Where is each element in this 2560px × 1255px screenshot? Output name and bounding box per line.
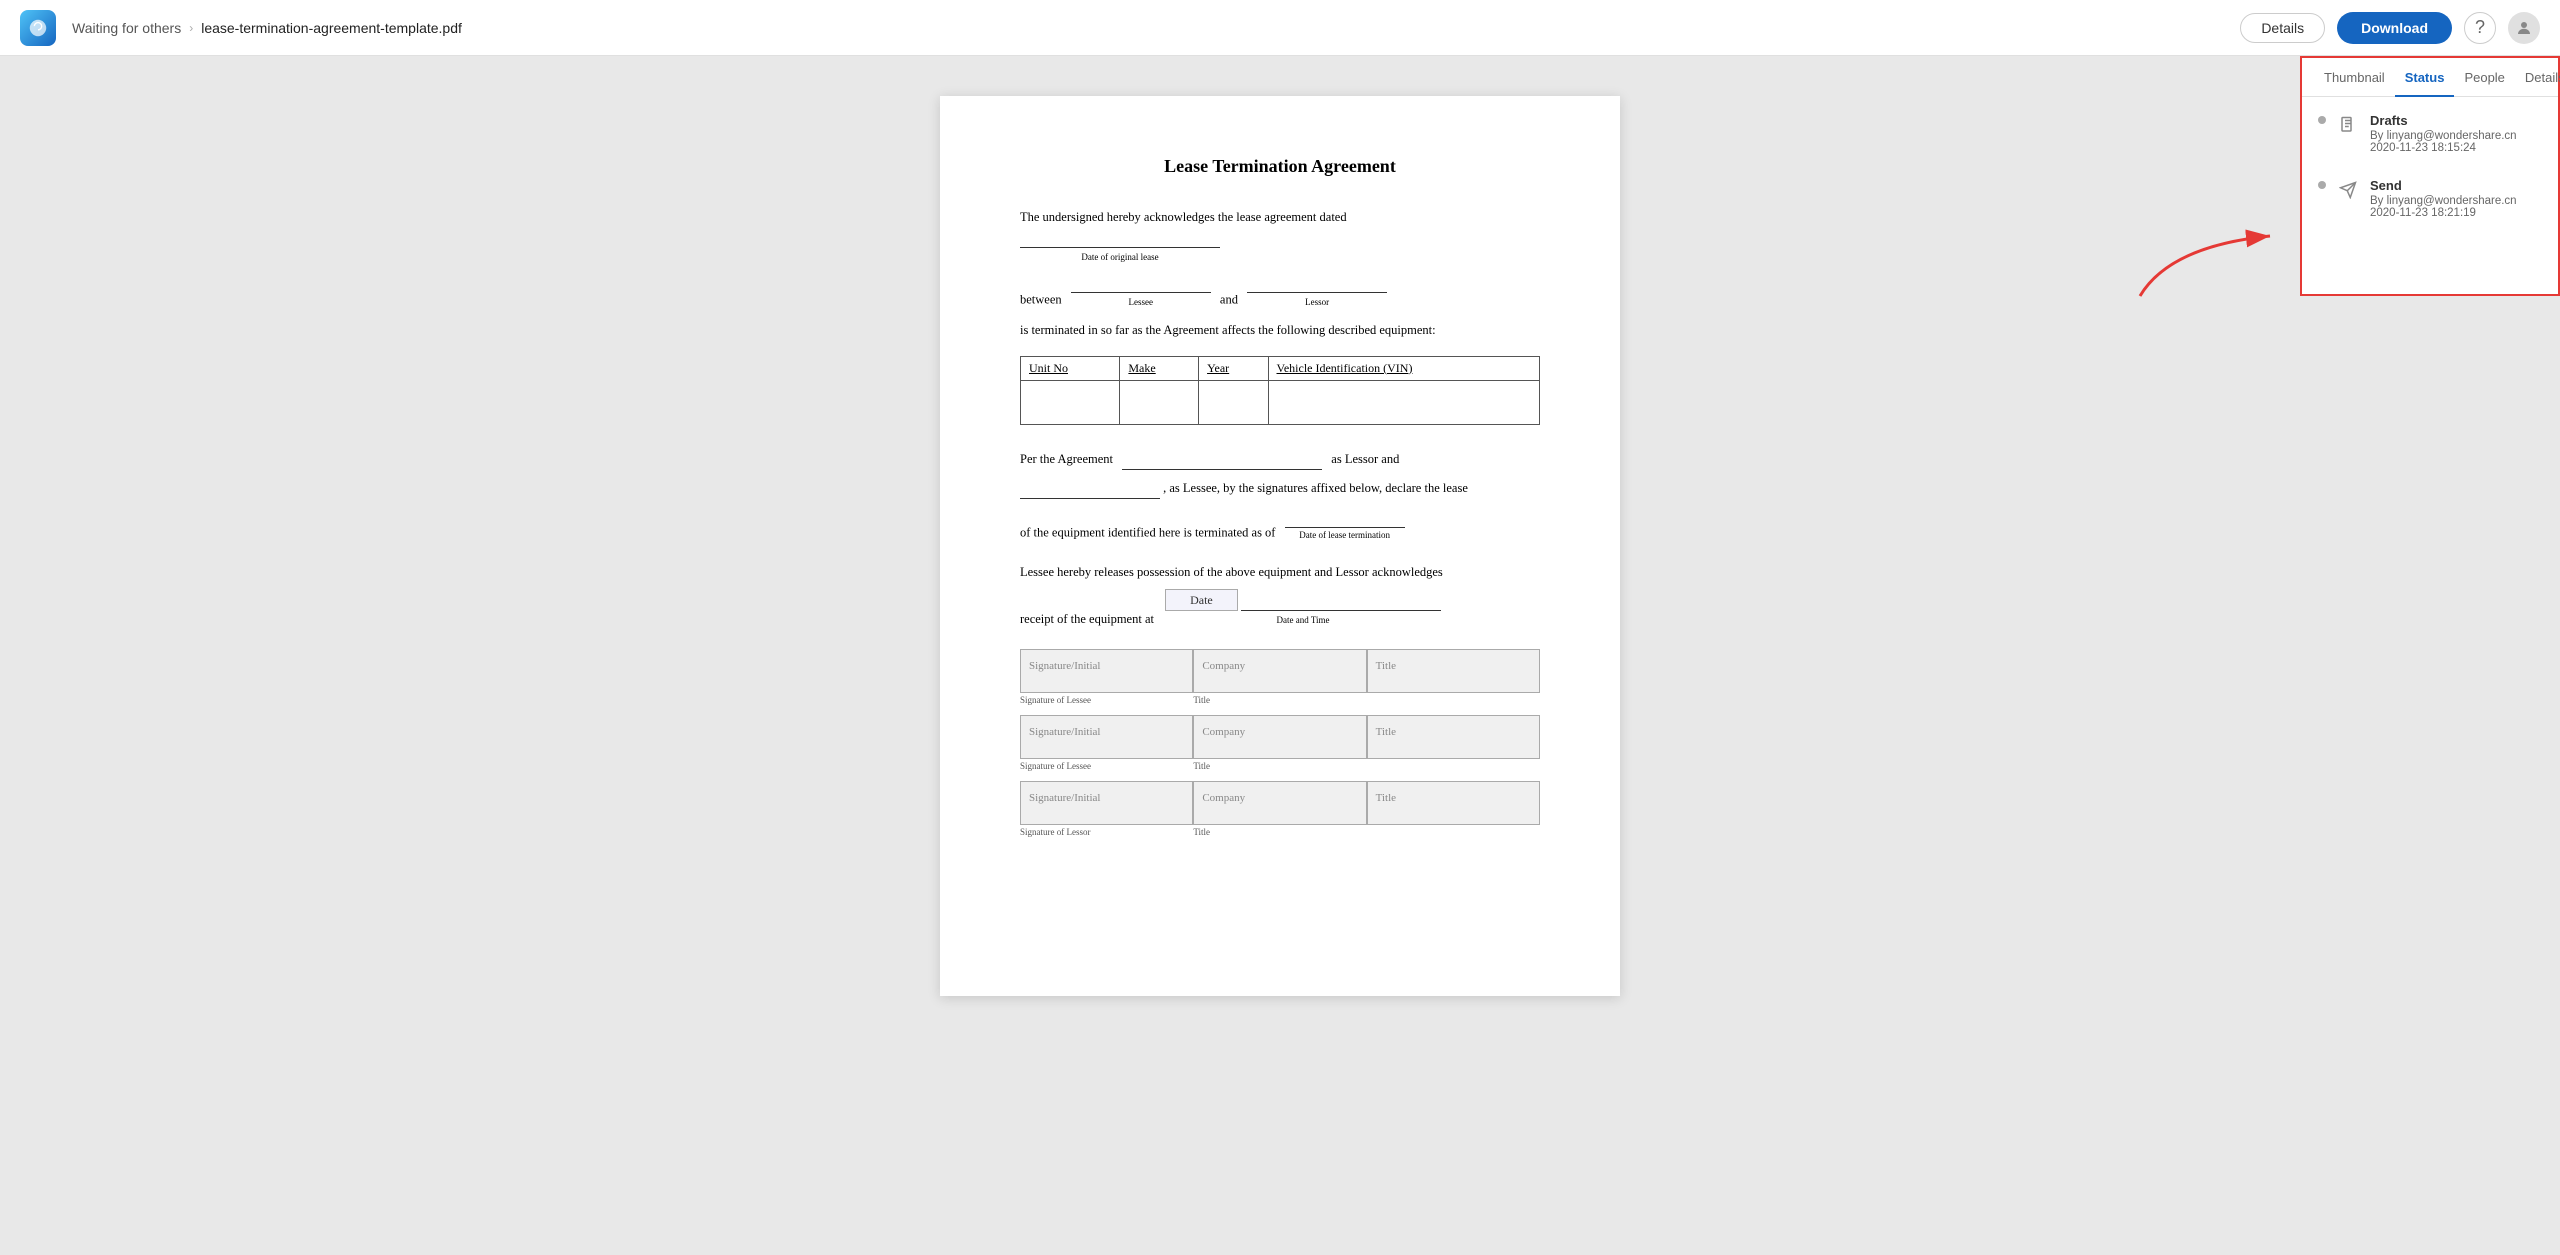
sig-row-2: Signature/Initial Company Title <box>1020 715 1540 759</box>
sig-label-lessee-2: Signature of Lessee <box>1020 759 1193 773</box>
para-6: Lessee hereby releases possession of the… <box>1020 562 1540 582</box>
tab-status[interactable]: Status <box>2395 58 2455 97</box>
sig-company-2: Company <box>1193 715 1366 759</box>
sig-title-2: Title <box>1367 715 1540 759</box>
drafts-dot-container <box>2318 113 2326 124</box>
drafts-document-icon <box>2336 113 2360 137</box>
para-2: is terminated in so far as the Agreement… <box>1020 320 1540 340</box>
send-icon <box>2336 178 2360 202</box>
panel-status-content: Drafts By linyang@wondershare.cn 2020-11… <box>2302 97 2558 294</box>
breadcrumb-filename: lease-termination-agreement-template.pdf <box>201 20 462 36</box>
para-5: of the equipment identified here is term… <box>1020 507 1540 542</box>
sig-title-3: Title <box>1367 781 1540 825</box>
send-dot-container <box>2318 178 2326 189</box>
date-field: Date Date and Time <box>1165 590 1441 627</box>
para-4: , as Lessee, by the signatures affixed b… <box>1020 478 1540 499</box>
sig-row-3: Signature/Initial Company Title <box>1020 781 1540 825</box>
help-icon[interactable]: ? <box>2464 12 2496 44</box>
breadcrumb: Waiting for others › lease-termination-a… <box>72 20 462 36</box>
table-row <box>1021 380 1540 424</box>
sig-labels-3: Signature of Lessor Title <box>1020 825 1540 839</box>
table-header-vin: Vehicle Identification (VIN) <box>1268 356 1540 380</box>
sig-row-1: Signature/Initial Company Title <box>1020 649 1540 693</box>
para-7: receipt of the equipment at Date Date an… <box>1020 590 1540 629</box>
tab-thumbnail[interactable]: Thumbnail <box>2314 58 2395 97</box>
main-layout: Lease Termination Agreement The undersig… <box>0 56 2560 1255</box>
send-info: Send By linyang@wondershare.cn 2020-11-2… <box>2370 178 2542 219</box>
breadcrumb-waiting[interactable]: Waiting for others <box>72 20 181 36</box>
status-item-drafts: Drafts By linyang@wondershare.cn 2020-11… <box>2318 109 2542 158</box>
send-by: By linyang@wondershare.cn <box>2370 195 2542 207</box>
details-button[interactable]: Details <box>2240 13 2325 43</box>
breadcrumb-chevron: › <box>189 21 193 35</box>
lessor-field: Lessor <box>1247 272 1387 309</box>
table-header-year: Year <box>1199 356 1268 380</box>
sig-label-lessor: Signature of Lessor <box>1020 825 1193 839</box>
app-logo <box>20 10 56 46</box>
panel-tabs: Thumbnail Status People Details <box>2302 58 2558 97</box>
topbar: Waiting for others › lease-termination-a… <box>0 0 2560 56</box>
topbar-actions: Details Download ? <box>2240 12 2540 44</box>
user-avatar[interactable] <box>2508 12 2540 44</box>
para1-prefix: The undersigned hereby acknowledges the … <box>1020 210 1347 224</box>
document-title: Lease Termination Agreement <box>1020 156 1540 177</box>
table-header-unit: Unit No <box>1021 356 1120 380</box>
send-time: 2020-11-23 18:21:19 <box>2370 207 2542 219</box>
para-1: The undersigned hereby acknowledges the … <box>1020 207 1540 264</box>
sig-labels-2: Signature of Lessee Title <box>1020 759 1540 773</box>
drafts-label: Drafts <box>2370 113 2542 128</box>
right-panel: Thumbnail Status People Details Drafts <box>2300 56 2560 296</box>
pdf-page: Lease Termination Agreement The undersig… <box>940 96 1620 996</box>
sig-initial-2: Signature/Initial <box>1020 715 1193 759</box>
sig-company-3: Company <box>1193 781 1366 825</box>
equipment-table: Unit No Make Year Vehicle Identification… <box>1020 356 1540 425</box>
date-original-lease-field: Date of original lease <box>1020 227 1220 264</box>
tab-people[interactable]: People <box>2454 58 2514 97</box>
drafts-time: 2020-11-23 18:15:24 <box>2370 142 2542 154</box>
drafts-by: By linyang@wondershare.cn <box>2370 130 2542 142</box>
drafts-info: Drafts By linyang@wondershare.cn 2020-11… <box>2370 113 2542 154</box>
document-area: Lease Termination Agreement The undersig… <box>0 56 2560 1255</box>
status-item-send: Send By linyang@wondershare.cn 2020-11-2… <box>2318 174 2542 223</box>
lessee-field: Lessee <box>1071 272 1211 309</box>
send-label: Send <box>2370 178 2542 193</box>
para-1b: between Lessee and Lessor <box>1020 272 1540 309</box>
date-original-label: Date of original lease <box>1020 250 1220 264</box>
signature-section: Signature/Initial Company Title Signatur… <box>1020 649 1540 839</box>
sig-label-lessee-1: Signature of Lessee <box>1020 693 1193 707</box>
download-button[interactable]: Download <box>2337 12 2452 44</box>
sig-initial-3: Signature/Initial <box>1020 781 1193 825</box>
tab-details[interactable]: Details <box>2515 58 2560 97</box>
table-header-make: Make <box>1120 356 1199 380</box>
drafts-dot <box>2318 116 2326 124</box>
send-dot <box>2318 181 2326 189</box>
sig-title-1: Title <box>1367 649 1540 693</box>
sig-initial-1: Signature/Initial <box>1020 649 1193 693</box>
termination-date-field: Date of lease termination <box>1285 507 1405 542</box>
para-3: Per the Agreement as Lessor and <box>1020 449 1540 470</box>
sig-company-1: Company <box>1193 649 1366 693</box>
sig-labels-1: Signature of Lessee Title <box>1020 693 1540 707</box>
